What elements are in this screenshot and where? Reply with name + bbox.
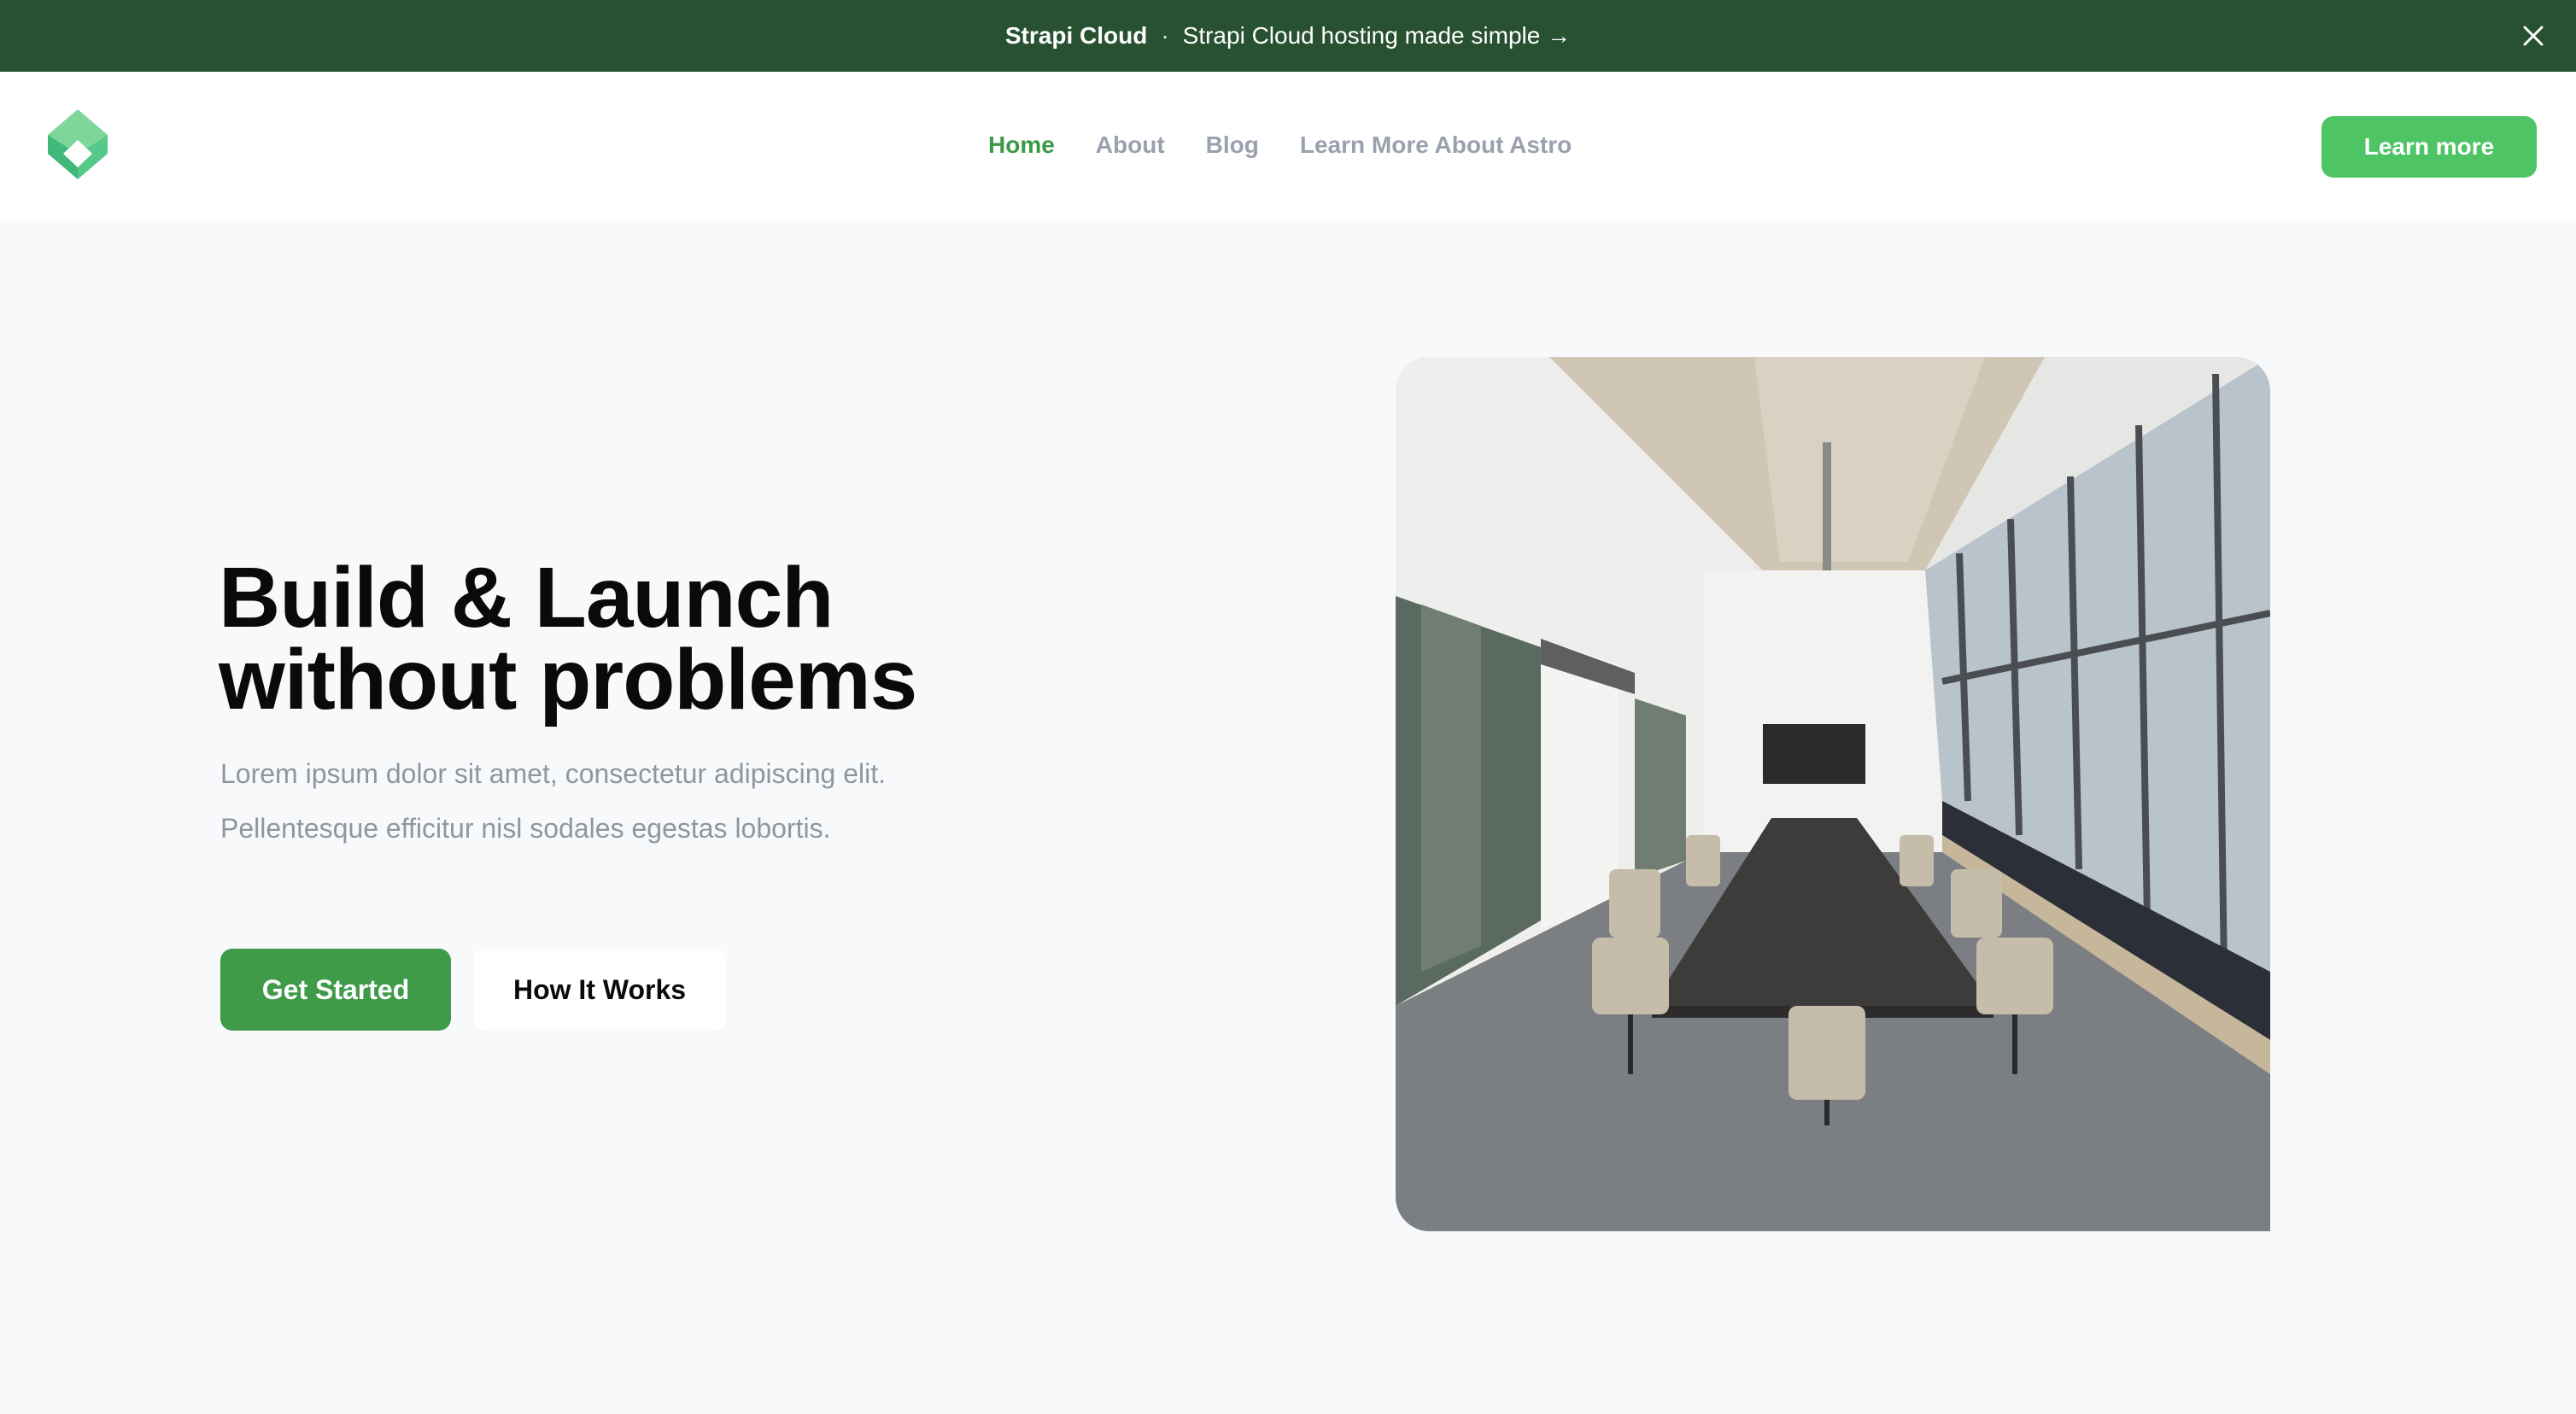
hero-image: [1396, 357, 2270, 1231]
announcement-banner: Strapi Cloud · Strapi Cloud hosting made…: [0, 0, 2576, 72]
nav-item-about[interactable]: About: [1096, 131, 1165, 159]
nav-item-home[interactable]: Home: [988, 131, 1055, 159]
logo-icon[interactable]: [48, 109, 108, 179]
learn-more-button[interactable]: Learn more: [2321, 116, 2537, 178]
banner-brand[interactable]: Strapi Cloud: [1005, 22, 1147, 50]
hero-title: Build & Launch without problems: [219, 550, 917, 727]
banner-separator: ·: [1161, 22, 1169, 49]
site-header: Home About Blog Learn More About Astro L…: [0, 72, 2576, 220]
hero-title-line-1: Build & Launch: [219, 550, 834, 646]
nav-item-learn-more-about-astro[interactable]: Learn More About Astro: [1300, 131, 1572, 159]
banner-message-link[interactable]: Strapi Cloud hosting made simple →: [1183, 22, 1571, 50]
close-icon[interactable]: [2516, 19, 2550, 53]
hero-title-line-2: without problems: [219, 632, 917, 727]
nav-item-blog[interactable]: Blog: [1206, 131, 1259, 159]
how-it-works-button[interactable]: How It Works: [473, 949, 726, 1031]
hero-description: Lorem ipsum dolor sit amet, consectetur …: [220, 758, 887, 844]
get-started-button[interactable]: Get Started: [220, 949, 451, 1031]
main-nav: Home About Blog Learn More About Astro: [988, 131, 1572, 159]
